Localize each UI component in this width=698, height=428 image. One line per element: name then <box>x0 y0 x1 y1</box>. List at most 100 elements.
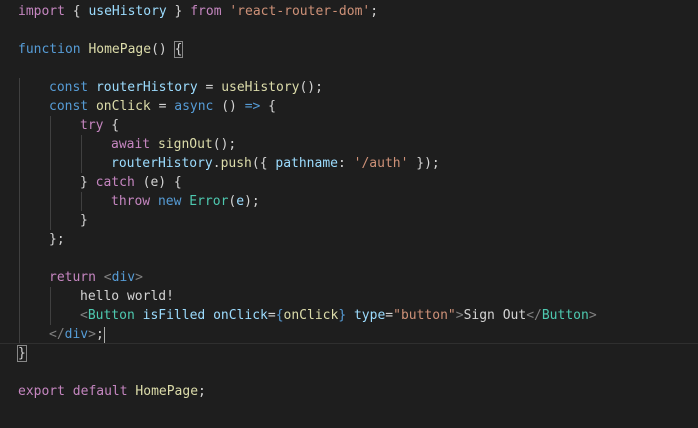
code-line-17: <Button isFilled onClick={onClick} type=… <box>80 306 597 325</box>
token-tag-bracket: < <box>80 308 88 323</box>
token-function: onClick <box>283 308 339 323</box>
code-line-19: } <box>17 344 27 363</box>
text-cursor <box>103 326 105 343</box>
code-editor[interactable]: import { useHistory } from 'react-router… <box>0 0 698 428</box>
token-keyword: export <box>18 384 65 399</box>
code-line-9: routerHistory.push({ pathname: '/auth' }… <box>111 154 440 173</box>
token-punct: ; <box>198 384 206 399</box>
token-operator: = <box>267 308 276 323</box>
token-variable: e <box>236 194 245 209</box>
token-brace: { <box>275 308 284 323</box>
token-text: Sign Out <box>463 308 527 323</box>
token-string: '/auth' <box>353 156 409 171</box>
indent-guide <box>50 116 51 230</box>
token-keyword: async <box>174 99 214 114</box>
token-operator: = <box>385 308 394 323</box>
token-function: HomePage <box>88 42 152 57</box>
code-line-1: import { useHistory } from 'react-router… <box>18 2 378 21</box>
token-tag-bracket: > <box>88 327 96 342</box>
code-line-11: throw new Error(e); <box>111 192 260 211</box>
token-text: hello world! <box>80 289 174 304</box>
token-keyword: throw <box>111 194 151 209</box>
code-line-12: } <box>80 211 88 230</box>
token-keyword: import <box>18 4 65 19</box>
token-attribute: type <box>353 308 386 323</box>
matched-bracket: } <box>17 345 27 362</box>
token-function: onClick <box>95 99 151 114</box>
token-punct: () <box>213 99 245 114</box>
token-punct: ({ <box>251 156 276 171</box>
token-tag-bracket: < <box>103 270 112 285</box>
token-function: useHistory <box>221 80 300 95</box>
code-line-18: </div>; <box>49 325 105 344</box>
code-line-5: const routerHistory = useHistory(); <box>49 78 323 97</box>
matched-bracket: { <box>173 41 184 58</box>
token-tag-bracket: </ <box>526 308 542 323</box>
token-tag-bracket: > <box>588 308 597 323</box>
token-punct: ); <box>244 194 260 209</box>
token-keyword: function <box>18 42 81 57</box>
token-operator: = <box>197 80 222 95</box>
token-punct: }); <box>408 156 440 171</box>
token-punct: . <box>212 156 221 171</box>
token-punct: (); <box>212 137 237 152</box>
code-line-13: }; <box>49 230 65 249</box>
token-component: Button <box>541 308 589 323</box>
token-keyword: await <box>111 137 151 152</box>
token-punct: ) { <box>158 175 182 190</box>
token-function: push <box>220 156 252 171</box>
token-keyword: return <box>49 270 96 285</box>
token-tag-bracket: > <box>455 308 464 323</box>
token-attribute: onClick <box>213 308 268 323</box>
token-variable: routerHistory <box>111 156 213 171</box>
token-string: "button" <box>393 308 456 323</box>
token-identifier: useHistory <box>88 4 167 19</box>
token-class: Error <box>189 194 229 209</box>
indent-guide <box>50 287 51 325</box>
token-tag-bracket: > <box>135 270 143 285</box>
code-line-16: hello world! <box>80 287 174 306</box>
token-brace: } <box>338 308 347 323</box>
token-punct: ; <box>370 4 379 19</box>
token-punct: (); <box>299 80 323 95</box>
token-punct: }; <box>49 232 65 247</box>
token-punct: : <box>338 156 354 171</box>
token-punct: } <box>166 4 191 19</box>
token-tag-bracket: </ <box>49 327 65 342</box>
code-line-15: return <div> <box>49 268 143 287</box>
token-keyword: new <box>157 194 182 209</box>
token-arrow: => <box>244 99 261 114</box>
indent-guide <box>81 192 82 211</box>
code-line-6: const onClick = async () => { <box>49 97 276 116</box>
token-punct: ( <box>134 175 151 190</box>
token-component: Button <box>87 308 135 323</box>
code-line-8: await signOut(); <box>111 135 236 154</box>
token-tag: div <box>111 270 136 285</box>
code-line-21: export default HomePage; <box>18 382 206 401</box>
token-punct: } <box>80 213 88 228</box>
token-function: signOut <box>157 137 213 152</box>
token-punct: { <box>103 118 120 133</box>
code-line-7: try { <box>80 116 119 135</box>
token-keyword: const <box>49 80 89 95</box>
token-punct: () <box>151 42 175 57</box>
indent-guide <box>81 135 82 173</box>
token-tag: div <box>64 327 89 342</box>
token-operator: = <box>150 99 175 114</box>
token-variable: routerHistory <box>95 80 198 95</box>
token-string: 'react-router-dom' <box>229 4 371 19</box>
token-keyword: try <box>80 118 104 133</box>
token-punct: ; <box>95 327 104 342</box>
token-attribute: isFilled <box>142 308 206 323</box>
token-keyword: const <box>49 99 89 114</box>
code-line-10: } catch (e) { <box>80 173 182 192</box>
token-keyword: from <box>190 4 222 19</box>
